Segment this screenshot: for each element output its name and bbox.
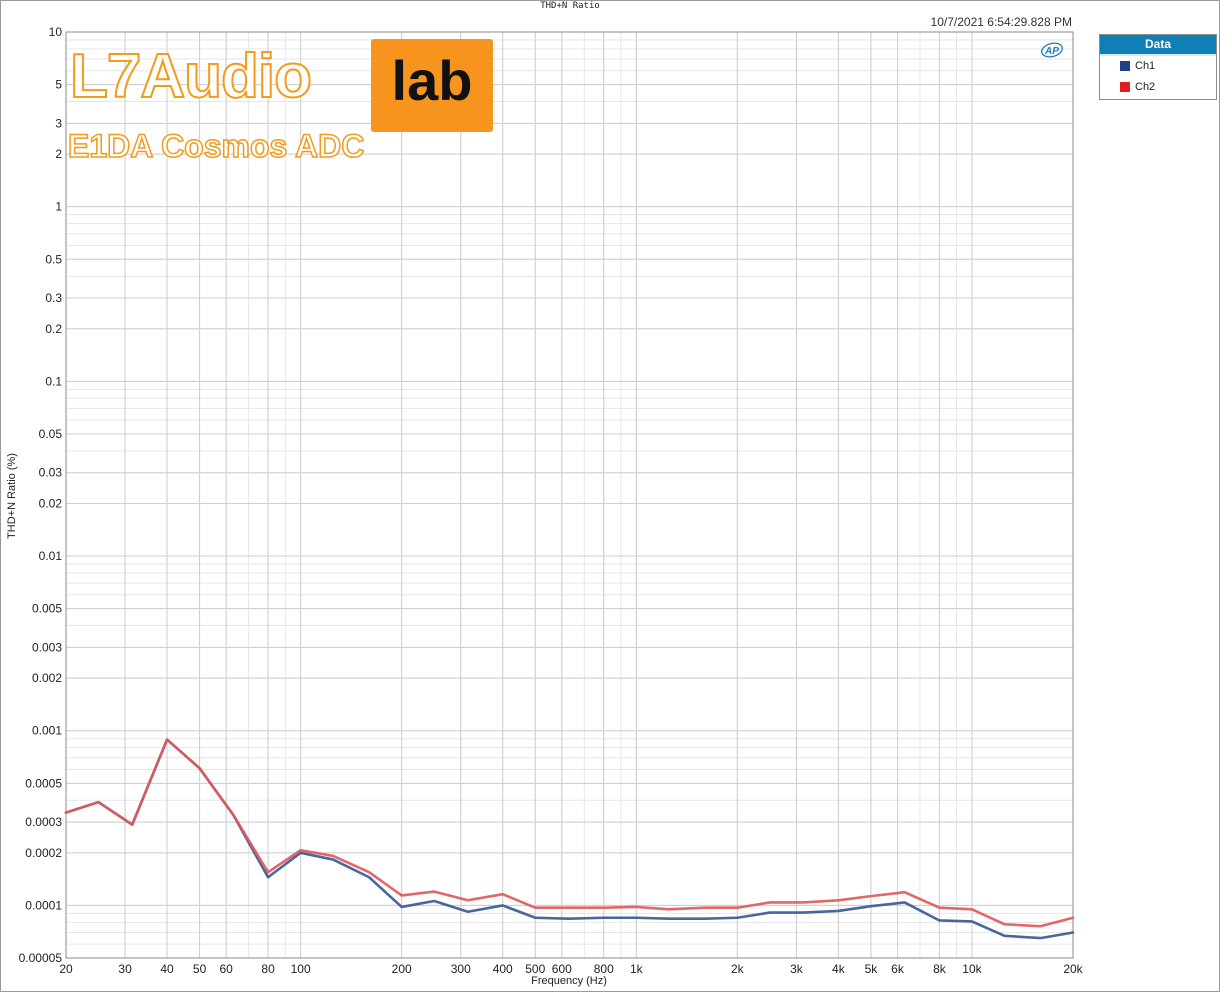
y-tick-label: 0.0005 [25, 776, 62, 790]
x-tick-label: 4k [832, 962, 846, 976]
y-tick-label: 0.02 [39, 496, 63, 510]
y-tick-label: 0.05 [39, 427, 63, 441]
x-tick-label: 8k [933, 962, 947, 976]
y-tick-label: 0.0001 [25, 898, 62, 912]
x-tick-label: 40 [160, 962, 174, 976]
y-tick-label: 0.001 [32, 724, 62, 738]
y-tick-label: 3 [55, 116, 62, 130]
y-tick-label: 0.01 [39, 549, 63, 563]
grid-minor [65, 31, 1074, 959]
grid-major [65, 31, 1074, 959]
y-tick-label: 0.0002 [25, 846, 62, 860]
x-tick-label: 3k [790, 962, 804, 976]
x-tick-label: 80 [261, 962, 275, 976]
y-tick-label: 0.0003 [25, 815, 62, 829]
watermark-logo: L7Audio lab E1DA Cosmos ADC [66, 38, 496, 168]
plot-border [65, 31, 1074, 959]
y-tick-label: 0.03 [39, 466, 63, 480]
x-axis-label: Frequency (Hz) [531, 975, 607, 987]
x-tick-label: 800 [594, 962, 614, 976]
y-tick-label: 0.00005 [19, 951, 63, 965]
series-line-ch2 [64, 738, 1075, 928]
x-tick-label: 5k [865, 962, 879, 976]
x-tick-label: 2k [731, 962, 745, 976]
y-tick-label: 0.1 [45, 374, 62, 388]
legend-swatch-ch1 [1120, 61, 1130, 71]
x-tick-label: 400 [493, 962, 513, 976]
watermark-subtitle: E1DA Cosmos ADC [67, 128, 365, 164]
x-tick-label: 300 [451, 962, 471, 976]
y-tick-label: 10 [49, 25, 63, 39]
watermark-brand-text: L7Audio [69, 42, 313, 111]
x-tick-label: 60 [219, 962, 233, 976]
legend-title: Data [1100, 35, 1216, 56]
y-tick-label: 0.3 [45, 291, 62, 305]
y-tick-label: 5 [55, 78, 62, 92]
y-tick-label: 2 [55, 147, 62, 161]
x-tick-label: 20k [1063, 962, 1083, 976]
x-tick-label: 200 [392, 962, 412, 976]
legend-swatch-ch2 [1120, 82, 1130, 92]
x-tick-label: 1k [630, 962, 644, 976]
x-tick-label: 50 [193, 962, 207, 976]
y-tick-label: 0.002 [32, 671, 62, 685]
legend-item-ch2[interactable]: Ch2 [1100, 77, 1216, 98]
svg-text:AP: AP [1044, 46, 1059, 57]
y-tick-label: 0.2 [45, 322, 62, 336]
y-axis-label: THD+N Ratio (%) [6, 453, 18, 539]
y-tick-label: 1 [55, 200, 62, 214]
y-tick-labels: 10 5 3 2 1 0.5 0.3 0.2 0.1 0.05 0.03 0.02 0.01 0.005 0… [19, 25, 63, 965]
legend-item-ch1[interactable]: Ch1 [1100, 56, 1216, 77]
x-tick-label: 100 [291, 962, 311, 976]
watermark-brand-box-text: lab [391, 49, 473, 112]
y-tick-label: 0.003 [32, 640, 62, 654]
x-tick-label: 600 [552, 962, 572, 976]
y-tick-label: 0.005 [32, 602, 62, 616]
x-tick-label: 6k [891, 962, 905, 976]
legend: Data Ch1 Ch2 [1099, 34, 1217, 100]
watermark-brand-box: lab [371, 39, 493, 132]
y-tick-label: 0.5 [45, 252, 62, 266]
x-tick-label: 500 [525, 962, 545, 976]
x-tick-labels: 20 30 40 50 60 80 100 200 300 400 500 600 800 1k 2k 3k 4… [59, 962, 1083, 976]
legend-label-ch1: Ch1 [1135, 60, 1156, 72]
x-tick-label: 30 [118, 962, 132, 976]
ap-logo-icon: AP [1041, 42, 1063, 58]
x-tick-label: 10k [962, 962, 982, 976]
legend-label-ch2: Ch2 [1135, 81, 1156, 93]
